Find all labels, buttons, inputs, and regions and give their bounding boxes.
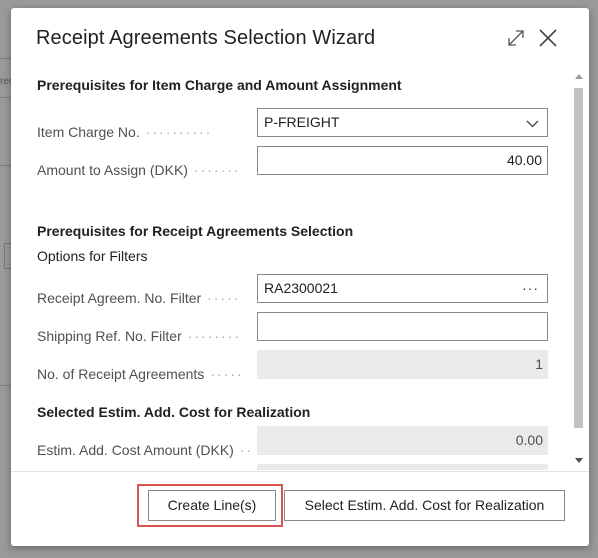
footer-divider — [11, 471, 589, 472]
item-charge-no-select[interactable]: P-FREIGHT — [257, 108, 548, 137]
receipt-agreem-no-filter-label-text: Receipt Agreem. No. Filter — [37, 290, 202, 306]
options-for-filters-subheading: Options for Filters — [37, 248, 148, 264]
label-dots: ····· — [210, 366, 244, 382]
section-heading-receipt-agreements: Prerequisites for Receipt Agreements Sel… — [37, 223, 354, 239]
amount-to-assign-label-text: Amount to Assign (DKK) — [37, 162, 188, 178]
label-dots: ····· — [207, 290, 241, 306]
shipping-ref-no-filter-field[interactable] — [257, 312, 548, 341]
section-heading-item-charge: Prerequisites for Item Charge and Amount… — [37, 77, 402, 93]
expand-icon[interactable] — [506, 28, 526, 48]
amount-to-assign-value: 40.00 — [506, 152, 542, 168]
item-charge-no-value: P-FREIGHT — [264, 114, 340, 130]
shipping-ref-no-filter-label-text: Shipping Ref. No. Filter — [37, 328, 182, 344]
estim-add-cost-amount-field: 0.00 — [257, 426, 548, 455]
estim-add-cost-amount-value: 0.00 — [515, 432, 543, 448]
no-of-receipt-agreements-label: No. of Receipt Agreements ····· — [37, 366, 253, 382]
dialog-title: Receipt Agreements Selection Wizard — [36, 27, 376, 49]
item-charge-no-label-text: Item Charge No. — [37, 124, 140, 140]
item-charge-no-label: Item Charge No. ·········· — [37, 124, 253, 140]
label-dots: ········ — [187, 328, 242, 344]
next-readonly-field — [257, 464, 548, 470]
scroll-down-arrow-icon[interactable] — [575, 458, 583, 463]
chevron-down-icon[interactable] — [526, 117, 539, 130]
amount-to-assign-label: Amount to Assign (DKK) ······· — [37, 162, 253, 178]
no-of-receipt-agreements-value: 1 — [535, 356, 543, 372]
close-icon[interactable] — [537, 27, 559, 49]
estim-add-cost-amount-label-text: Estim. Add. Cost Amount (DKK) — [37, 442, 234, 458]
vertical-scrollbar[interactable] — [572, 70, 586, 470]
estim-add-cost-amount-label: Estim. Add. Cost Amount (DKK) ·· — [37, 442, 253, 458]
receipt-agreem-no-filter-value: RA2300021 — [264, 280, 338, 296]
amount-to-assign-field[interactable]: 40.00 — [257, 146, 548, 175]
receipt-agreem-no-filter-field[interactable]: RA2300021 ··· — [257, 274, 548, 303]
label-dots: ······· — [193, 162, 241, 178]
no-of-receipt-agreements-label-text: No. of Receipt Agreements — [37, 366, 205, 382]
wizard-dialog: Receipt Agreements Selection Wizard Prer… — [11, 8, 589, 546]
scrollbar-thumb[interactable] — [574, 88, 583, 428]
no-of-receipt-agreements-field: 1 — [257, 350, 548, 379]
receipt-agreem-no-filter-label: Receipt Agreem. No. Filter ····· — [37, 290, 253, 306]
select-estim-add-cost-button[interactable]: Select Estim. Add. Cost for Realization — [284, 490, 565, 521]
section-heading-selected-estim: Selected Estim. Add. Cost for Realizatio… — [37, 404, 311, 420]
create-lines-button[interactable]: Create Line(s) — [148, 490, 276, 521]
label-dots: ·········· — [145, 124, 213, 140]
lookup-ellipsis-button[interactable]: ··· — [522, 275, 539, 302]
shipping-ref-no-filter-label: Shipping Ref. No. Filter ········ — [37, 328, 253, 344]
scroll-up-arrow-icon[interactable] — [575, 74, 583, 79]
label-dots: ·· — [239, 442, 253, 458]
dialog-content[interactable]: Prerequisites for Item Charge and Amount… — [36, 68, 573, 470]
